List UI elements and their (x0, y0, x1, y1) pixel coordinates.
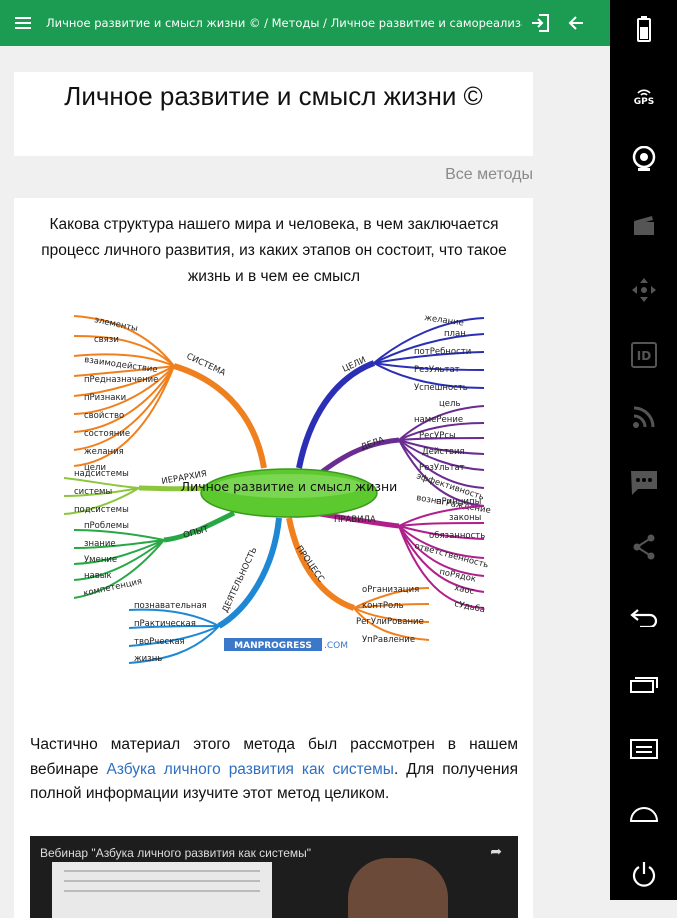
svg-text:связи: связи (94, 335, 119, 345)
svg-text:пРактическая: пРактическая (134, 619, 196, 629)
mind-map-image: СИСТЕМА элементы связи взаимодействие пР… (63, 313, 491, 664)
svg-text:Действия: Действия (422, 447, 465, 457)
svg-text:пРоблемы: пРоблемы (84, 521, 129, 531)
article-subtitle: Какова структура нашего мира и человека,… (41, 216, 507, 285)
svg-text:РесУРсы: РесУРсы (419, 431, 456, 441)
svg-text:РезУльтат: РезУльтат (419, 463, 465, 473)
svg-text:надсистемы: надсистемы (74, 469, 129, 479)
page-content[interactable]: Личное развитие и смысл жизни © Все мето… (0, 46, 610, 918)
svg-text:желания: желания (84, 447, 124, 457)
hamburger-menu-icon[interactable] (0, 0, 46, 46)
app-bar: Личное развитие и смысл жизни © / Методы… (0, 0, 610, 46)
branch-experience: ОПЫТ пРоблемы знание Умение навык компет… (73, 510, 236, 599)
svg-text:Успешность: Успешность (414, 383, 468, 393)
svg-text:пРинципы: пРинципы (436, 497, 481, 507)
svg-text:поРядок: поРядок (438, 567, 476, 585)
clapper-icon[interactable] (627, 208, 661, 242)
svg-text:состояние: состояние (84, 429, 130, 439)
video-title[interactable]: Вебинар "Азбука личного развития как сис… (40, 846, 311, 860)
article-card: Какова структура нашего мира и человека,… (14, 198, 533, 918)
svg-text:ID: ID (637, 349, 651, 363)
svg-text:РезУльтат: РезУльтат (414, 365, 460, 375)
svg-text:хаос: хаос (453, 583, 475, 597)
svg-text:сУдьба: сУдьба (453, 599, 486, 615)
svg-text:Умение: Умение (84, 555, 117, 565)
svg-text:пРедназначение: пРедназначение (84, 375, 158, 385)
svg-text:.COM: .COM (324, 641, 348, 651)
svg-text:системы: системы (74, 487, 112, 497)
article-paragraph: Частично материал этого метода был рассм… (30, 736, 518, 802)
svg-text:подсистемы: подсистемы (74, 505, 129, 515)
gps-icon: GPS (627, 80, 661, 114)
branch-goals: ЦЕЛИ желание план потРебности РезУльтат … (296, 313, 485, 469)
svg-text:оРганизация: оРганизация (362, 585, 419, 595)
svg-text:желание: желание (424, 313, 465, 328)
power-icon[interactable] (627, 858, 661, 892)
svg-text:УпРавление: УпРавление (362, 635, 415, 645)
svg-text:жизнь: жизнь (134, 654, 162, 664)
presenter-thumbnail (348, 858, 448, 918)
svg-text:элементы: элементы (93, 315, 138, 334)
svg-text:пРизнаки: пРизнаки (84, 393, 126, 403)
share-arrow-icon[interactable]: ➦ (490, 844, 502, 860)
svg-text:РегУлиРование: РегУлиРование (356, 617, 424, 627)
branch-system: СИСТЕМА элементы связи взаимодействие пР… (73, 315, 267, 473)
login-icon[interactable] (522, 0, 558, 46)
dpad-icon[interactable] (627, 273, 661, 307)
svg-text:ДЕЯТЕЛЬНОСТЬ: ДЕЯТЕЛЬНОСТЬ (221, 546, 260, 614)
svg-text:ДЕЛА: ДЕЛА (360, 435, 386, 453)
svg-text:ПРОЦЕСС: ПРОЦЕСС (294, 544, 326, 584)
svg-text:MANPROGRESS: MANPROGRESS (234, 641, 312, 651)
webcam-icon (627, 142, 661, 176)
all-methods-link[interactable]: Все методы (445, 166, 533, 184)
branch-rules: ПРАВИЛА пРинципы законы обязанность отве… (313, 497, 489, 615)
svg-text:свойство: свойство (84, 411, 124, 421)
id-card-icon[interactable]: ID (627, 338, 661, 372)
webinar-link[interactable]: Азбука личного развития как системы (106, 761, 393, 778)
svg-text:план: план (444, 329, 466, 339)
title-card: Личное развитие и смысл жизни © (14, 72, 533, 156)
page-title: Личное развитие и смысл жизни © (64, 81, 483, 111)
system-sidebar: GPS ID (610, 0, 677, 900)
chat-icon[interactable] (627, 466, 661, 500)
svg-text:потРебности: потРебности (414, 347, 471, 357)
svg-text:обязанность: обязанность (429, 531, 485, 541)
svg-text:познавательная: познавательная (134, 601, 207, 611)
battery-icon (627, 12, 661, 46)
svg-text:навык: навык (84, 571, 112, 581)
svg-text:твоРческая: твоРческая (134, 637, 185, 647)
recent-apps-icon[interactable] (627, 667, 661, 701)
svg-text:намеРение: намеРение (414, 415, 463, 425)
svg-text:законы: законы (449, 513, 481, 523)
svg-text:ПРАВИЛА: ПРАВИЛА (334, 515, 376, 525)
svg-text:ответственность: ответственность (413, 541, 489, 570)
breadcrumb[interactable]: Личное развитие и смысл жизни © / Методы… (46, 16, 522, 30)
menu-icon[interactable] (627, 732, 661, 766)
rss-icon[interactable] (627, 400, 661, 434)
svg-text:контРоль: контРоль (362, 601, 404, 611)
back-icon[interactable] (627, 600, 661, 634)
home-icon[interactable] (627, 797, 661, 831)
arrow-back-icon[interactable] (558, 0, 594, 46)
video-embed[interactable]: Вебинар "Азбука личного развития как сис… (30, 836, 518, 918)
svg-text:цель: цель (439, 399, 460, 409)
video-slide-preview (52, 862, 272, 918)
svg-text:Личное развитие и смысл жизни: Личное развитие и смысл жизни (181, 479, 398, 494)
share-icon[interactable] (627, 530, 661, 564)
svg-text:ОПЫТ: ОПЫТ (182, 524, 210, 541)
svg-text:знание: знание (84, 539, 116, 549)
